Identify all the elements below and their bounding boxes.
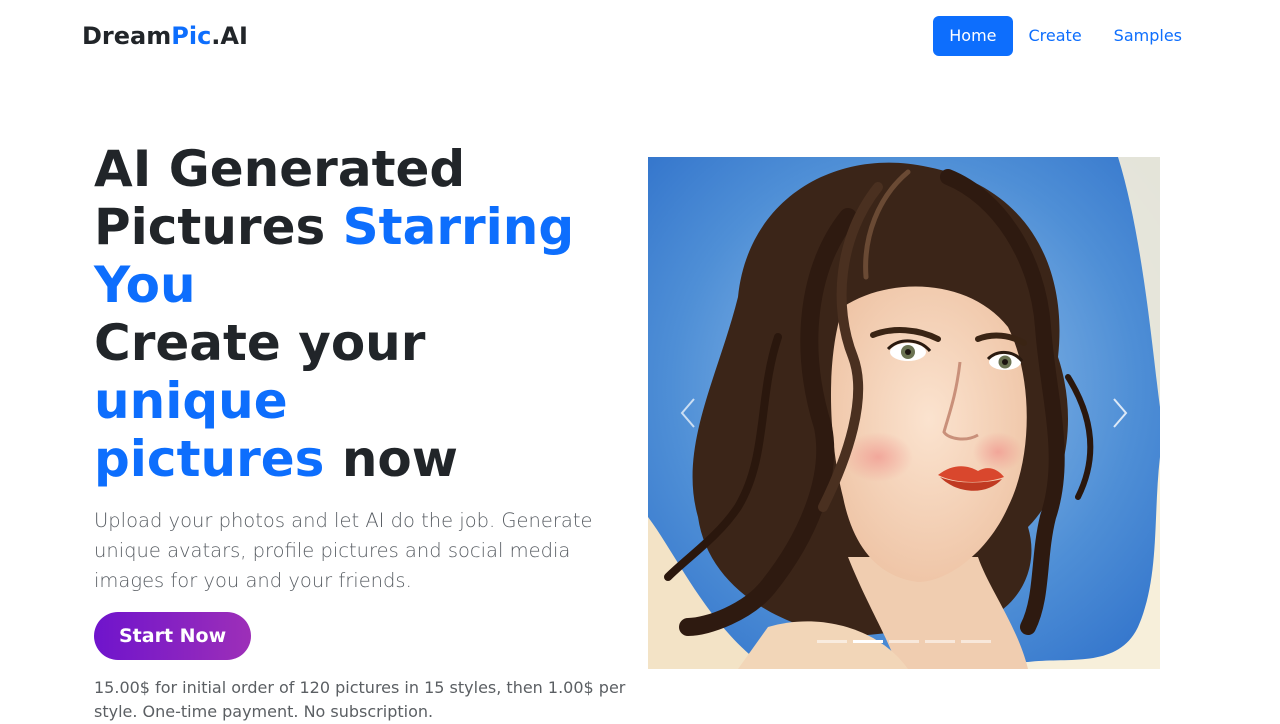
headline-line2b: Starring	[342, 198, 575, 256]
headline-line4a: Create your	[94, 314, 426, 372]
brand-part-ai: .AI	[211, 22, 248, 50]
headline-line1: AI Generated	[94, 140, 466, 198]
pricing-note: 15.00$ for initial order of 120 pictures…	[94, 678, 626, 721]
chevron-right-icon	[1113, 398, 1128, 428]
nav-links: Home Create Samples	[933, 16, 1198, 56]
start-now-button[interactable]: Start Now	[94, 612, 252, 660]
brand-logo[interactable]: DreamPic.AI	[82, 20, 248, 52]
carousel-indicator-2[interactable]	[853, 640, 883, 643]
portrait-carousel	[648, 157, 1160, 669]
headline-line5b: now	[324, 430, 458, 488]
headline-line4b: unique	[94, 372, 288, 430]
hero-lead-text: Upload your photos and let AI do the job…	[94, 509, 593, 592]
carousel-indicator-4[interactable]	[925, 640, 955, 643]
headline-line3: You	[94, 256, 196, 314]
nav-samples-link[interactable]: Samples	[1098, 16, 1198, 56]
brand-part-pic: Pic	[171, 22, 212, 50]
nav-home-link[interactable]: Home	[933, 16, 1013, 56]
nav-create-link[interactable]: Create	[1013, 16, 1098, 56]
carousel-indicators	[648, 640, 1160, 643]
carousel-indicator-1[interactable]	[817, 640, 847, 643]
carousel-prev-button[interactable]	[668, 393, 708, 433]
carousel-next-button[interactable]	[1100, 393, 1140, 433]
carousel-portrait-image	[648, 157, 1160, 669]
hero-text: AI Generated Pictures Starring You Creat…	[94, 140, 634, 724]
headline-line2a: Pictures	[94, 198, 343, 256]
carousel-indicator-5[interactable]	[961, 640, 991, 643]
brand-part-dream: Dream	[82, 22, 172, 50]
navbar: DreamPic.AI Home Create Samples	[0, 0, 1280, 72]
chevron-left-icon	[680, 398, 695, 428]
headline-line5a: pictures	[94, 430, 325, 488]
carousel-indicator-3[interactable]	[889, 640, 919, 643]
hero-headline: AI Generated Pictures Starring You Creat…	[94, 140, 634, 488]
